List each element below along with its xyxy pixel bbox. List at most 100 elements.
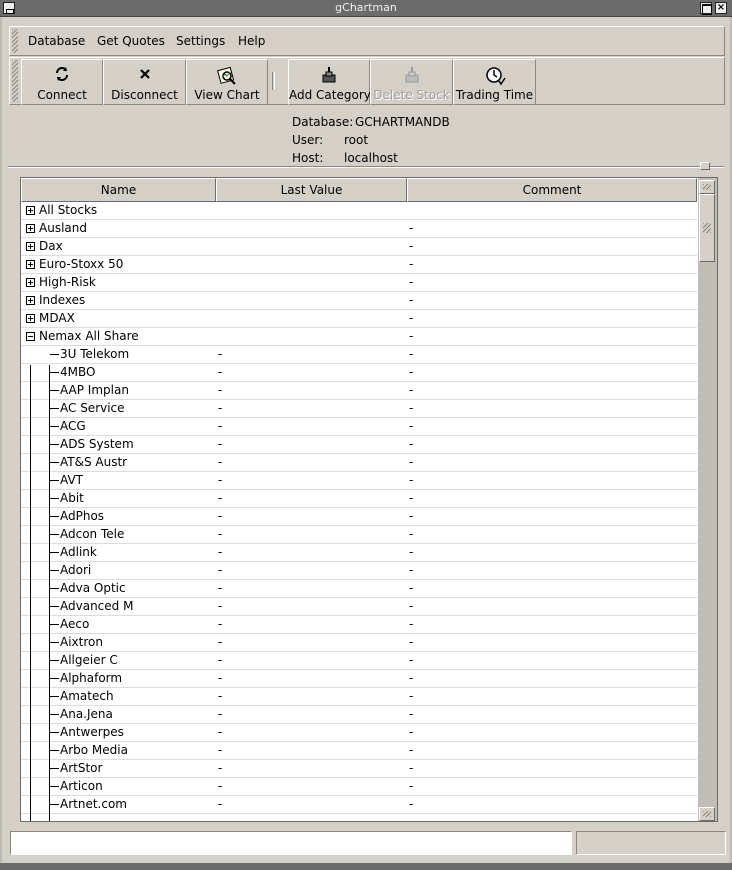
stock-name: Aixtron <box>60 635 103 649</box>
menu-get-quotes[interactable]: Get Quotes <box>97 34 165 48</box>
expand-icon[interactable] <box>26 206 35 215</box>
scroll-down-button[interactable] <box>699 807 715 821</box>
stock-last-value: - <box>218 671 223 685</box>
delete-stock-button[interactable]: Delete Stock <box>370 59 453 105</box>
stock-row[interactable]: Allgeier C - - <box>21 652 697 670</box>
stock-row[interactable]: 3U Telekom - - <box>21 346 697 364</box>
stock-comment: - <box>409 545 414 559</box>
stock-name: Aeco <box>60 617 90 631</box>
host-value: localhost <box>344 151 398 165</box>
stock-row[interactable]: Adori - - <box>21 562 697 580</box>
stock-row[interactable]: Aeco - - <box>21 616 697 634</box>
column-header-name[interactable]: Name <box>21 178 216 202</box>
scroll-up-button[interactable] <box>699 180 715 194</box>
stock-last-value: - <box>218 635 223 649</box>
close-button[interactable]: × <box>715 2 727 14</box>
tree-branch-line <box>50 606 59 607</box>
tree-guide-line <box>30 365 31 821</box>
pane-resize-handle[interactable] <box>700 162 710 170</box>
add-category-button[interactable]: Add Category <box>288 59 371 105</box>
stock-row[interactable]: AVT - - <box>21 472 697 490</box>
expand-icon[interactable] <box>26 314 35 323</box>
stock-comment: - <box>409 779 414 793</box>
category-name: High-Risk <box>39 275 96 289</box>
stock-row[interactable]: ACG - - <box>21 418 697 436</box>
stock-comment: - <box>409 455 414 469</box>
tree-branch-line <box>50 786 59 787</box>
menu-settings[interactable]: Settings <box>176 34 225 48</box>
category-row[interactable]: Indexes - <box>21 292 697 310</box>
toolbar-grip[interactable] <box>12 60 18 102</box>
collapse-icon[interactable] <box>26 332 35 341</box>
vertical-scrollbar[interactable] <box>698 178 717 821</box>
window-title: gChartman <box>335 1 397 14</box>
stock-row[interactable]: Adva Optic - - <box>21 580 697 598</box>
tree-branch-line <box>50 462 59 463</box>
stock-row[interactable]: AT&S Austr - - <box>21 454 697 472</box>
menubar-grip[interactable] <box>12 29 18 53</box>
category-row[interactable]: Dax - <box>21 238 697 256</box>
stock-row[interactable]: AdPhos - - <box>21 508 697 526</box>
stock-row[interactable]: Adcon Tele - - <box>21 526 697 544</box>
tree-branch-line <box>50 534 59 535</box>
expand-icon[interactable] <box>26 296 35 305</box>
toolbar: Connect Disconnect View Chart Add Catego… <box>9 57 725 105</box>
stock-name: ADS System <box>60 437 134 451</box>
stock-row[interactable]: ADS System - - <box>21 436 697 454</box>
stock-row[interactable]: Aixtron - - <box>21 634 697 652</box>
stock-name: ACG <box>60 419 86 433</box>
stock-row[interactable]: Artnet.com - - <box>21 796 697 814</box>
stock-last-value: - <box>218 527 223 541</box>
stock-row[interactable]: 4MBO - - <box>21 364 697 382</box>
stock-row[interactable]: Arbo Media - - <box>21 742 697 760</box>
category-row[interactable]: Euro-Stoxx 50 - <box>21 256 697 274</box>
stock-row[interactable]: Articon - - <box>21 778 697 796</box>
stock-row[interactable]: Amatech - - <box>21 688 697 706</box>
title-bar: gChartman × <box>0 0 732 17</box>
expand-icon[interactable] <box>26 224 35 233</box>
menu-help[interactable]: Help <box>238 34 265 48</box>
tree-branch-line <box>50 552 59 553</box>
disconnect-button[interactable]: Disconnect <box>103 59 186 105</box>
scrollbar-thumb[interactable] <box>699 194 715 262</box>
host-label: Host: <box>292 151 324 165</box>
stock-last-value: - <box>218 509 223 523</box>
stock-row[interactable]: Ana.Jena - - <box>21 706 697 724</box>
category-row[interactable]: Nemax All Share - <box>21 328 697 346</box>
category-row[interactable]: All Stocks <box>21 202 697 220</box>
stock-row[interactable]: Alphaform - - <box>21 670 697 688</box>
menu-database[interactable]: Database <box>28 34 85 48</box>
stock-name: AT&S Austr <box>60 455 128 469</box>
stock-row[interactable]: Antwerpes - - <box>21 724 697 742</box>
stock-row[interactable]: Adlink - - <box>21 544 697 562</box>
expand-icon[interactable] <box>26 278 35 287</box>
stock-row[interactable]: Abit - - <box>21 490 697 508</box>
category-row[interactable]: Ausland - <box>21 220 697 238</box>
view-chart-button[interactable]: View Chart <box>186 59 268 105</box>
category-comment: - <box>409 293 414 307</box>
category-row[interactable]: MDAX - <box>21 310 697 328</box>
expand-icon[interactable] <box>26 260 35 269</box>
main-window: Database Get Quotes Settings Help Connec… <box>0 17 732 870</box>
status-bar <box>10 831 726 855</box>
stock-row[interactable]: Advanced M - - <box>21 598 697 616</box>
stock-row[interactable]: ArtStor - - <box>21 760 697 778</box>
stock-last-value: - <box>218 545 223 559</box>
stock-name: Antwerpes <box>60 725 124 739</box>
stock-comment: - <box>409 635 414 649</box>
stock-name: 4MBO <box>60 365 96 379</box>
category-comment: - <box>409 275 414 289</box>
column-header-comment[interactable]: Comment <box>407 178 697 202</box>
expand-icon[interactable] <box>26 242 35 251</box>
category-name: All Stocks <box>39 203 98 217</box>
connect-button[interactable]: Connect <box>21 59 103 105</box>
tree-branch-line <box>50 768 59 769</box>
maximize-button[interactable] <box>700 2 712 15</box>
stock-name: Arbo Media <box>60 743 128 757</box>
stock-name: Adori <box>60 563 92 577</box>
stock-row[interactable]: AAP Implan - - <box>21 382 697 400</box>
column-header-last-value[interactable]: Last Value <box>216 178 407 202</box>
stock-row[interactable]: AC Service - - <box>21 400 697 418</box>
trading-time-button[interactable]: Trading Time <box>453 59 536 105</box>
category-row[interactable]: High-Risk - <box>21 274 697 292</box>
